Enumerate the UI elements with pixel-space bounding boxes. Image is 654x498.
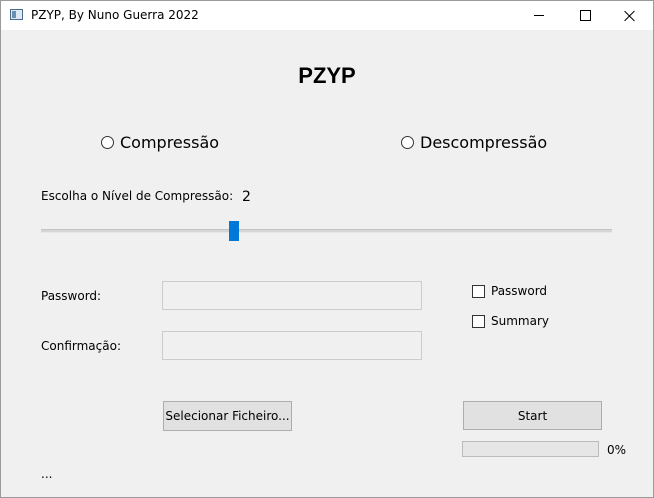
maximize-button[interactable] bbox=[562, 1, 608, 30]
close-button[interactable] bbox=[607, 1, 653, 30]
title-bar[interactable]: PZYP, By Nuno Guerra 2022 bbox=[1, 1, 653, 30]
app-window: PZYP, By Nuno Guerra 2022 PZYP Compressã… bbox=[0, 0, 654, 498]
compression-level-value: 2 bbox=[242, 189, 251, 205]
start-button[interactable]: Start bbox=[463, 401, 602, 430]
app-window-icon bbox=[10, 9, 23, 20]
summary-checkbox[interactable]: Summary bbox=[472, 313, 549, 329]
password-label: Password: bbox=[41, 289, 102, 303]
radio-circle-icon bbox=[101, 135, 114, 149]
compression-level-label: Escolha o Nível de Compressão: bbox=[41, 189, 234, 203]
checkbox-box-icon bbox=[472, 284, 485, 298]
minimize-button[interactable] bbox=[516, 1, 562, 30]
radio-label: Descompressão bbox=[420, 132, 548, 152]
compression-slider-thumb[interactable] bbox=[229, 221, 239, 241]
window-title: PZYP, By Nuno Guerra 2022 bbox=[31, 8, 199, 22]
radio-circle-icon bbox=[401, 135, 414, 149]
select-file-button[interactable]: Selecionar Ficheiro... bbox=[163, 401, 292, 431]
radio-label: Compressão bbox=[120, 132, 220, 152]
status-text: ... bbox=[41, 467, 53, 481]
checkbox-label: Password bbox=[491, 284, 548, 298]
confirmation-label: Confirmação: bbox=[41, 339, 121, 353]
maximize-icon bbox=[579, 10, 591, 21]
progress-percent: 0% bbox=[607, 443, 627, 457]
checkbox-box-icon bbox=[472, 314, 485, 328]
close-icon bbox=[624, 10, 636, 22]
password-input[interactable] bbox=[162, 281, 422, 310]
app-heading: PZYP bbox=[298, 63, 356, 88]
password-checkbox[interactable]: Password bbox=[472, 283, 547, 299]
compression-slider-track[interactable] bbox=[41, 229, 612, 233]
progress-bar bbox=[462, 441, 599, 457]
minimize-icon bbox=[534, 15, 544, 16]
radio-descompressao[interactable]: Descompressão bbox=[401, 132, 547, 152]
radio-compressao[interactable]: Compressão bbox=[101, 132, 219, 152]
confirmation-input[interactable] bbox=[162, 331, 422, 360]
checkbox-label: Summary bbox=[491, 314, 549, 328]
